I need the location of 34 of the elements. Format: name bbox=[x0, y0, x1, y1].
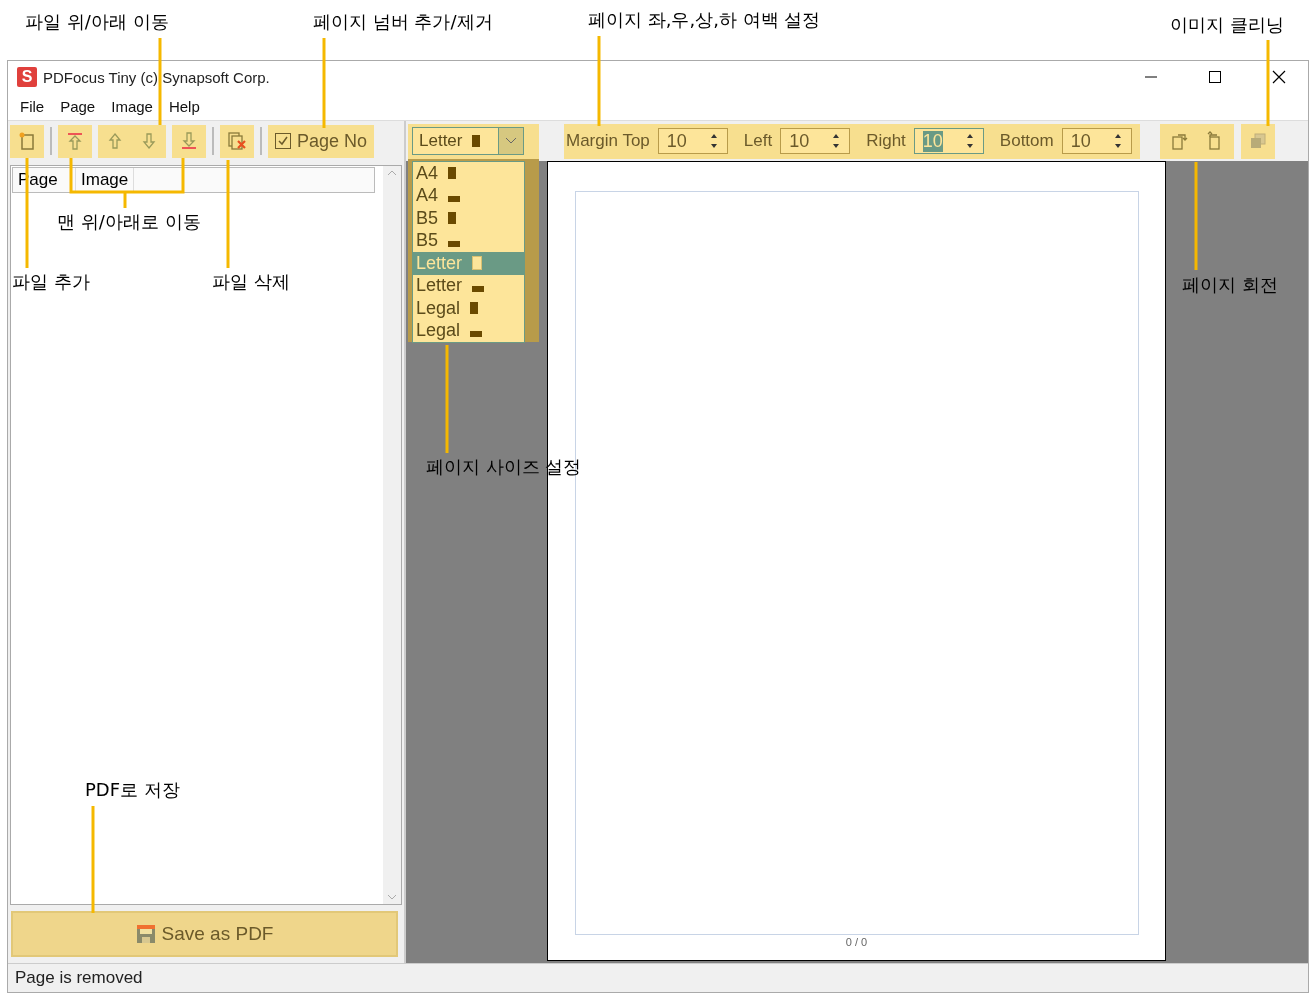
annotation-label: 페이지 회전 bbox=[1182, 273, 1278, 297]
save-as-pdf-button[interactable]: Save as PDF bbox=[11, 911, 398, 957]
margin-label: Margin Top bbox=[566, 131, 650, 151]
menu-item[interactable]: Image bbox=[103, 98, 161, 115]
annotation-label: 파일 추가 bbox=[12, 270, 90, 294]
page-size-option[interactable]: A4 bbox=[413, 184, 524, 207]
annotation-label: 페이지 넘버 추가/제거 bbox=[313, 10, 493, 34]
menu-item[interactable]: Help bbox=[160, 98, 208, 115]
margin-spinbox[interactable]: 10 bbox=[780, 128, 851, 154]
window-title: PDFocus Tiny (c) Synapsoft Corp. bbox=[43, 68, 271, 86]
annotation-label: 파일 삭제 bbox=[212, 270, 290, 294]
margin-label: Left bbox=[743, 131, 773, 151]
page-counter: 0 / 0 bbox=[845, 936, 868, 948]
annotation-label: 이미지 클리닝 bbox=[1170, 13, 1284, 37]
page-size-option[interactable]: Legal bbox=[413, 297, 524, 320]
page-size-option[interactable]: Letter bbox=[413, 274, 524, 297]
page-size-option[interactable]: B5 bbox=[413, 207, 524, 230]
page-size-option[interactable]: A4 bbox=[413, 162, 524, 185]
annotation-label: PDF로 저장 bbox=[85, 778, 180, 802]
menu-item[interactable]: Page bbox=[52, 98, 104, 115]
page-size-dropdown[interactable]: Letter bbox=[412, 127, 524, 155]
page-size-option[interactable]: B5 bbox=[413, 229, 524, 252]
status-text: Page is removed bbox=[8, 963, 1308, 992]
menu-item[interactable]: File bbox=[12, 98, 53, 115]
margin-spinbox[interactable]: 10 bbox=[657, 128, 728, 154]
margin-label: Right bbox=[866, 131, 906, 151]
annotation-label: 맨 위/아래로 이동 bbox=[57, 210, 201, 234]
column-header[interactable]: Image bbox=[76, 168, 135, 192]
margin-spinbox[interactable]: 10 bbox=[1061, 128, 1132, 154]
annotation-label: 페이지 좌,우,상,하 여백 설정 bbox=[588, 8, 821, 32]
page-size-option[interactable]: Legal bbox=[413, 319, 524, 342]
app-logo: S bbox=[17, 67, 37, 87]
margin-label: Bottom bbox=[999, 131, 1054, 151]
annotation-label: 파일 위/아래 이동 bbox=[25, 10, 169, 34]
